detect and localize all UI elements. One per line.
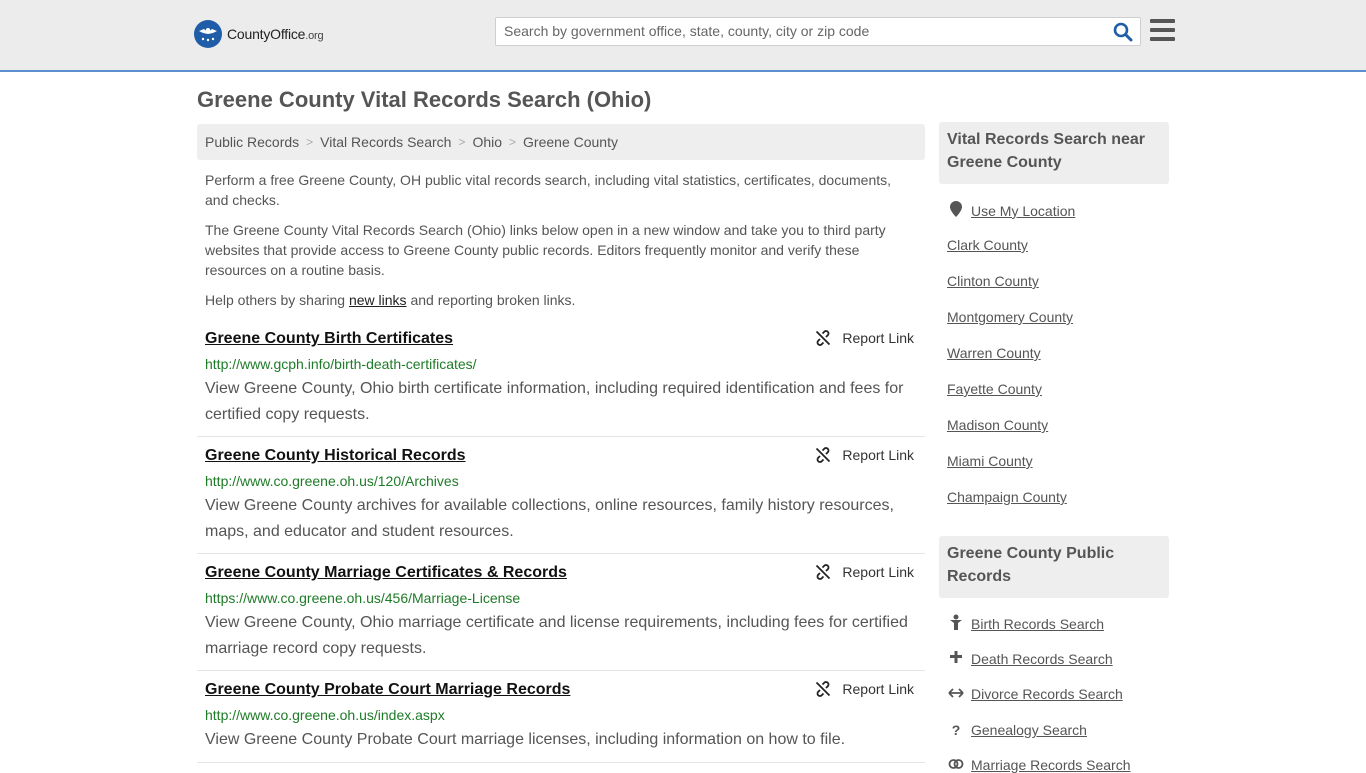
site-logo[interactable]: CountyOffice.org	[194, 20, 324, 48]
top-bar: CountyOffice.org	[0, 0, 1366, 72]
nearby-county-link[interactable]: Montgomery County	[947, 309, 1073, 325]
chevron-right-icon: >	[306, 135, 314, 149]
breadcrumb-ohio[interactable]: Ohio	[472, 134, 502, 150]
rings-icon	[947, 756, 965, 773]
result-description: View Greene County, Ohio marriage certif…	[205, 614, 908, 657]
breadcrumb-vital-records-search[interactable]: Vital Records Search	[320, 134, 451, 150]
result-url[interactable]: http://www.co.greene.oh.us/index.aspx	[205, 707, 445, 723]
broken-link-icon	[816, 330, 831, 346]
search-input[interactable]	[496, 18, 1104, 43]
nearby-county-link[interactable]: Clinton County	[947, 273, 1039, 289]
nearby-county-link[interactable]: Champaign County	[947, 489, 1067, 505]
hamburger-menu-icon[interactable]	[1150, 19, 1175, 41]
arrows-icon	[947, 686, 965, 702]
result-description: View Greene County Probate Court marriag…	[205, 731, 846, 748]
result-item: Greene County Probate Court Marriage Rec…	[197, 681, 925, 763]
divorce-records-search-link[interactable]: Divorce Records Search	[947, 686, 1123, 702]
nearby-county-link[interactable]: Warren County	[947, 345, 1041, 361]
report-link-button[interactable]: Report Link	[815, 681, 914, 697]
result-description: View Greene County archives for availabl…	[205, 497, 894, 540]
baby-icon	[947, 614, 965, 633]
sidebar-nearby-heading: Vital Records Search near Greene County	[939, 122, 1169, 184]
page-title: Greene County Vital Records Search (Ohio…	[197, 87, 652, 112]
result-title-link[interactable]: Greene County Marriage Certificates & Re…	[205, 564, 567, 582]
result-item: Greene County Marriage Certificates & Re…	[197, 564, 925, 671]
question-icon: ?	[951, 722, 961, 738]
chevron-right-icon: >	[458, 135, 466, 149]
marriage-records-search-link[interactable]: Marriage Records Search	[947, 756, 1131, 773]
map-marker-icon	[947, 201, 965, 220]
report-link-button[interactable]: Report Link	[815, 330, 914, 346]
nearby-county-link[interactable]: Fayette County	[947, 381, 1042, 397]
sidebar-public-records-heading: Greene County Public Records	[939, 536, 1169, 598]
result-title-link[interactable]: Greene County Probate Court Marriage Rec…	[205, 681, 570, 699]
death-records-search-link[interactable]: Death Records Search	[947, 650, 1113, 667]
chevron-right-icon: >	[509, 135, 517, 149]
logo-eagle-icon	[194, 20, 222, 48]
intro-paragraph-3: Help others by sharing new links and rep…	[205, 292, 576, 308]
result-title-link[interactable]: Greene County Historical Records	[205, 447, 466, 465]
use-my-location-link[interactable]: Use My Location	[947, 201, 1075, 220]
search-bar	[495, 17, 1141, 46]
broken-link-icon	[816, 681, 831, 697]
result-url[interactable]: https://www.co.greene.oh.us/456/Marriage…	[205, 590, 520, 606]
nearby-county-link[interactable]: Madison County	[947, 417, 1048, 433]
result-url[interactable]: http://www.gcph.info/birth-death-certifi…	[205, 356, 477, 372]
birth-records-search-link[interactable]: Birth Records Search	[947, 614, 1104, 633]
intro-paragraph-1: Perform a free Greene County, OH public …	[205, 172, 892, 208]
intro-paragraph-2: The Greene County Vital Records Search (…	[205, 222, 886, 278]
search-icon[interactable]	[1112, 21, 1134, 43]
result-url[interactable]: http://www.co.greene.oh.us/120/Archives	[205, 473, 459, 489]
nearby-county-link[interactable]: Miami County	[947, 453, 1033, 469]
broken-link-icon	[816, 447, 831, 463]
result-description: View Greene County, Ohio birth certifica…	[205, 380, 904, 423]
report-link-button[interactable]: Report Link	[815, 447, 914, 463]
broken-link-icon	[816, 564, 831, 580]
result-title-link[interactable]: Greene County Birth Certificates	[205, 330, 453, 348]
cross-icon	[947, 650, 965, 667]
new-links-link[interactable]: new links	[349, 292, 407, 308]
result-item: Greene County Birth Certificates Report …	[197, 330, 925, 437]
breadcrumb-public-records[interactable]: Public Records	[205, 134, 299, 150]
nearby-county-link[interactable]: Clark County	[947, 237, 1028, 253]
breadcrumb-greene-county[interactable]: Greene County	[523, 134, 618, 150]
report-link-button[interactable]: Report Link	[815, 564, 914, 580]
breadcrumb: Public Records > Vital Records Search > …	[197, 124, 925, 160]
logo-text: CountyOffice.org	[227, 26, 324, 42]
result-item: Greene County Historical Records Report …	[197, 447, 925, 554]
genealogy-search-link[interactable]: ? Genealogy Search	[947, 722, 1087, 738]
